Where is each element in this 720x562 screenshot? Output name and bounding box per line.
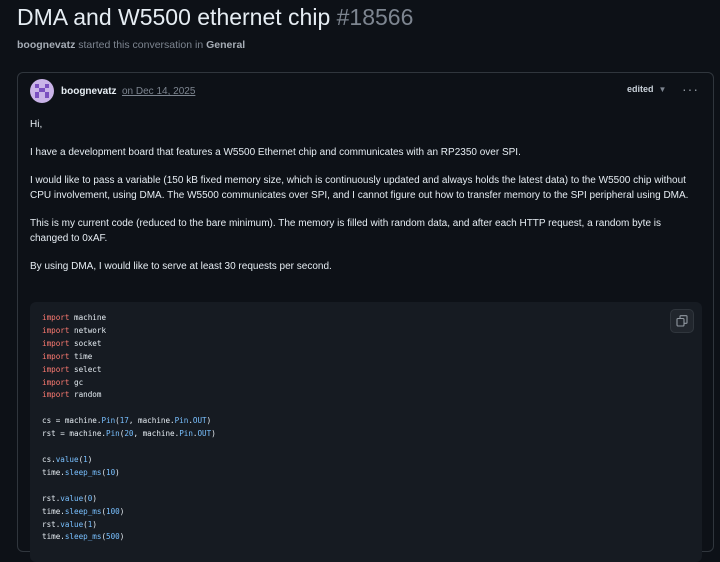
code-function: sleep_ms	[64, 532, 102, 542]
discussion-meta: boognevatz started this conversation in …	[17, 39, 245, 51]
code-token: , machine.	[128, 416, 175, 426]
code-token: cs = machine.	[42, 416, 102, 426]
avatar-identicon-icon	[35, 84, 49, 98]
paragraph: By using DMA, I would like to serve at l…	[30, 261, 332, 272]
code-token: )	[206, 416, 212, 426]
code-number: 100	[106, 506, 120, 516]
post-author-link[interactable]: boognevatz	[61, 86, 117, 97]
code-token: rst = machine.	[42, 429, 107, 439]
discussion-author-link[interactable]: boognevatz	[17, 39, 75, 51]
discussion-title: DMA and W5500 ethernet chip #18566	[17, 2, 413, 32]
code-content: import machine import network import soc…	[42, 313, 216, 542]
code-keyword: import	[42, 351, 70, 361]
code-token: socket	[74, 338, 102, 348]
code-token: gc	[74, 377, 84, 387]
code-function: Pin	[101, 416, 116, 426]
code-keyword: import	[42, 338, 70, 348]
code-number: 500	[106, 532, 120, 542]
more-options-icon[interactable]: ···	[682, 81, 699, 97]
code-token: network	[74, 325, 107, 335]
code-token: select	[74, 364, 102, 374]
code-block: import machine import network import soc…	[30, 302, 702, 562]
code-function: Pin	[106, 429, 120, 439]
code-keyword: import	[42, 325, 70, 335]
code-function: value	[60, 493, 84, 503]
copy-icon	[676, 315, 688, 327]
code-function: sleep_ms	[64, 467, 102, 477]
edited-dropdown[interactable]: edited ▼	[627, 84, 666, 94]
code-function: OUT	[192, 416, 207, 426]
code-number: 0	[87, 493, 93, 503]
code-token: rst.	[42, 493, 61, 503]
code-token: time	[74, 351, 93, 361]
started-text: started this conversation in	[78, 39, 204, 51]
paragraph: I would like to pass a variable (150 kB …	[30, 175, 689, 201]
code-keyword: import	[42, 364, 70, 374]
code-function: value	[60, 519, 84, 529]
paragraph: I have a development board that features…	[30, 147, 521, 158]
code-function: sleep_ms	[64, 506, 102, 516]
code-token: random	[74, 390, 102, 400]
code-token: machine	[74, 313, 107, 322]
code-token: )	[211, 429, 216, 439]
code-function: OUT	[197, 429, 212, 439]
discussion-title-text: DMA and W5500 ethernet chip	[17, 4, 331, 30]
code-keyword: import	[42, 390, 70, 400]
code-number: 1	[83, 454, 88, 464]
code-token: , machine.	[133, 429, 180, 439]
code-function: Pin	[174, 416, 189, 426]
post-date-link[interactable]: on Dec 14, 2025	[122, 86, 195, 97]
code-keyword: import	[42, 313, 70, 322]
category-link[interactable]: General	[206, 39, 245, 51]
code-token: time.	[42, 467, 65, 477]
avatar[interactable]	[30, 79, 54, 103]
code-number: 17	[119, 416, 129, 426]
code-keyword: import	[42, 377, 70, 387]
code-token: time.	[42, 506, 65, 516]
chevron-down-icon: ▼	[658, 85, 667, 94]
paragraph: Hi,	[30, 119, 43, 130]
post-body: Hi, I have a development board that feat…	[30, 117, 702, 287]
discussion-number: #18566	[336, 4, 414, 30]
discussion-post-card: boognevatz on Dec 14, 2025 edited ▼ ··· H…	[17, 72, 714, 562]
code-token: rst.	[42, 519, 61, 529]
code-number: 10	[106, 467, 116, 477]
edited-label: edited	[627, 84, 654, 94]
code-token: time.	[42, 532, 65, 542]
copy-button[interactable]	[670, 309, 694, 333]
code-function: Pin	[179, 429, 193, 439]
code-number: 1	[87, 519, 93, 529]
code-token: cs.	[42, 454, 56, 464]
code-function: value	[55, 454, 79, 464]
paragraph: This is my current code (reduced to the …	[30, 218, 662, 244]
